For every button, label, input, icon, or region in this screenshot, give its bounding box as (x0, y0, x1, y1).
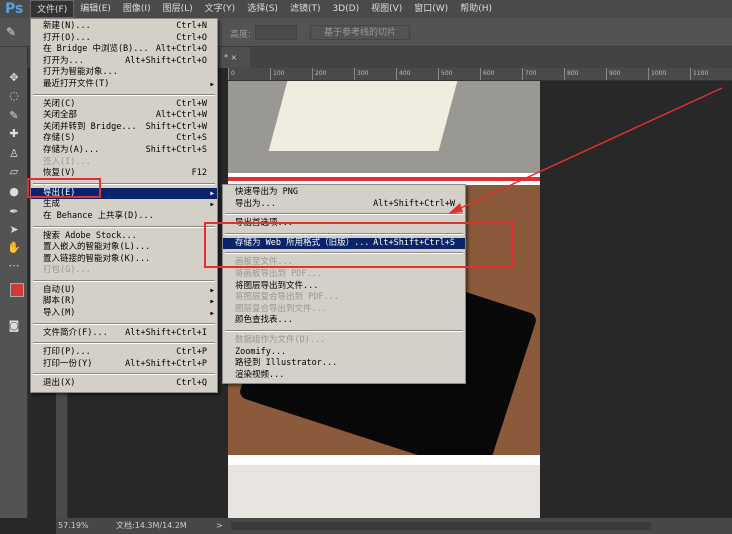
arrow-line (451, 87, 723, 213)
arrow-head (448, 203, 463, 214)
annotation-arrow (448, 87, 723, 214)
